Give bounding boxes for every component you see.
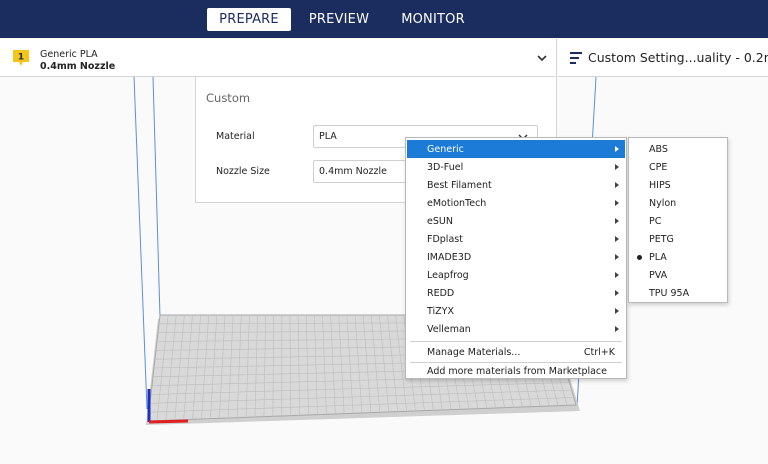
menu-item-manage-materials[interactable]: Manage Materials... Ctrl+K (407, 343, 625, 361)
material-brand-menu: Generic 3D-Fuel Best Filament eMotionTec… (405, 137, 627, 379)
top-nav-bar: PREPARE PREVIEW MONITOR (0, 0, 768, 38)
material-dropdown-value: PLA (319, 131, 337, 142)
nozzle-size-dropdown-value: 0.4mm Nozzle (319, 166, 388, 177)
panel-title: Custom (206, 91, 251, 105)
menu-item-3d-fuel[interactable]: 3D-Fuel (407, 158, 625, 176)
menu-item-velleman[interactable]: Velleman (407, 320, 625, 338)
material-item-cpe[interactable]: CPE (630, 158, 726, 176)
material-item-pla[interactable]: PLA (630, 248, 726, 266)
submenu-arrow-icon (615, 308, 619, 314)
extruder-selector[interactable]: 1 Generic PLA 0.4mm Nozzle (0, 39, 557, 77)
submenu-arrow-icon (615, 164, 619, 170)
menu-item-fdplast[interactable]: FDplast (407, 230, 625, 248)
menu-item-redd[interactable]: REDD (407, 284, 625, 302)
menu-item-imade3d[interactable]: IMADE3D (407, 248, 625, 266)
tab-monitor[interactable]: MONITOR (389, 8, 477, 31)
chevron-down-icon[interactable] (535, 51, 549, 65)
tab-preview[interactable]: PREVIEW (299, 8, 379, 31)
build-volume-edge (152, 77, 161, 318)
extruder-nozzle-label: 0.4mm Nozzle (40, 61, 116, 72)
manage-materials-shortcut: Ctrl+K (583, 346, 615, 358)
print-settings-label: Custom Setting...uality - 0.2mm (588, 50, 768, 65)
generic-material-submenu: ABS CPE HIPS Nylon PC PETG PLA PVA TPU 9… (628, 137, 728, 303)
submenu-arrow-icon (615, 236, 619, 242)
tab-prepare[interactable]: PREPARE (207, 8, 291, 31)
material-item-hips[interactable]: HIPS (630, 176, 726, 194)
menu-item-generic[interactable]: Generic (407, 140, 625, 158)
print-settings-selector[interactable]: Custom Setting...uality - 0.2mm (558, 39, 768, 77)
menu-item-leapfrog[interactable]: Leapfrog (407, 266, 625, 284)
material-item-abs[interactable]: ABS (630, 140, 726, 158)
material-label: Material (216, 131, 255, 142)
menu-item-tizyx[interactable]: TiZYX (407, 302, 625, 320)
extruder-number: 1 (18, 53, 24, 63)
submenu-arrow-icon (615, 182, 619, 188)
submenu-arrow-icon (615, 146, 619, 152)
menu-item-marketplace[interactable]: Add more materials from Marketplace (407, 362, 625, 380)
extruder-badge-icon: 1 (13, 50, 29, 66)
selected-bullet-icon (637, 255, 642, 260)
submenu-arrow-icon (615, 272, 619, 278)
material-item-tpu-95a[interactable]: TPU 95A (630, 284, 726, 302)
submenu-arrow-icon (615, 326, 619, 332)
material-item-nylon[interactable]: Nylon (630, 194, 726, 212)
submenu-arrow-icon (615, 290, 619, 296)
menu-item-emotiontech[interactable]: eMotionTech (407, 194, 625, 212)
build-volume-edge (133, 77, 148, 410)
submenu-arrow-icon (615, 200, 619, 206)
x-axis-indicator (148, 419, 189, 424)
submenu-arrow-icon (615, 254, 619, 260)
material-item-pc[interactable]: PC (630, 212, 726, 230)
submenu-arrow-icon (615, 218, 619, 224)
menu-separator (410, 341, 622, 342)
nozzle-size-label: Nozzle Size (216, 166, 270, 177)
material-item-pva[interactable]: PVA (630, 266, 726, 284)
material-item-petg[interactable]: PETG (630, 230, 726, 248)
settings-sliders-icon (570, 52, 582, 64)
extruder-material-label: Generic PLA (40, 49, 98, 60)
menu-item-best-filament[interactable]: Best Filament (407, 176, 625, 194)
menu-item-esun[interactable]: eSUN (407, 212, 625, 230)
